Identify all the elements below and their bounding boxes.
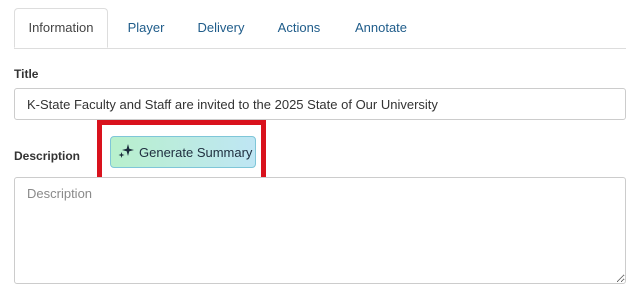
- tab-information[interactable]: Information: [14, 8, 108, 48]
- tab-bar: Information Player Delivery Actions Anno…: [14, 8, 626, 49]
- description-field[interactable]: [14, 177, 626, 284]
- tab-annotate[interactable]: Annotate: [348, 8, 414, 48]
- tab-actions[interactable]: Actions: [270, 8, 328, 48]
- title-label: Title: [14, 67, 39, 81]
- title-input[interactable]: [14, 88, 626, 120]
- tab-delivery[interactable]: Delivery: [190, 8, 252, 48]
- sparkles-icon: [118, 144, 134, 158]
- generate-summary-label: Generate Summary: [139, 144, 253, 160]
- description-label: Description: [14, 149, 81, 163]
- tab-player[interactable]: Player: [114, 8, 178, 48]
- generate-summary-button[interactable]: Generate Summary: [110, 136, 256, 168]
